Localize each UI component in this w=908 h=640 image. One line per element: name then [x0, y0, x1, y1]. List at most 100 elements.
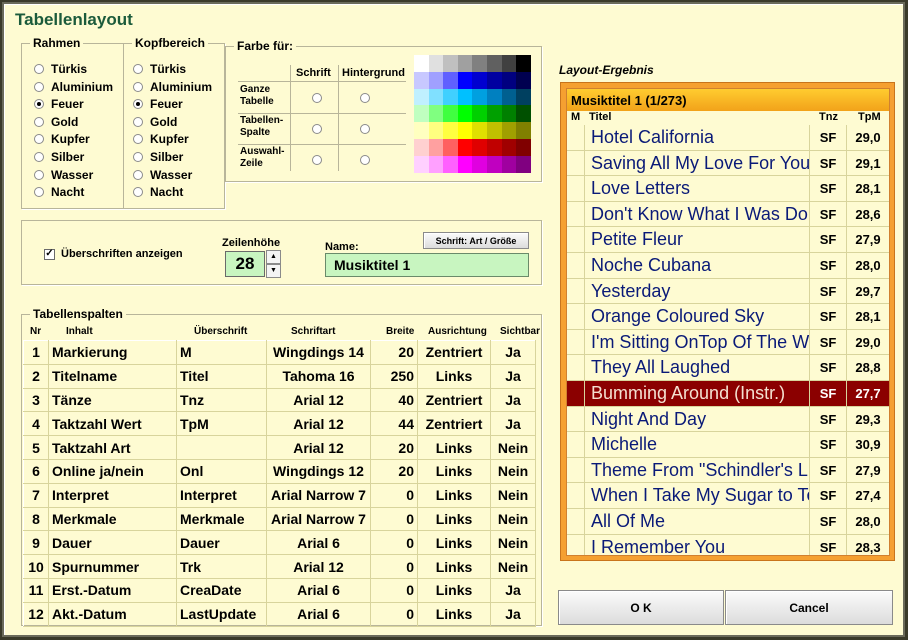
radio-dot-icon[interactable] [133, 187, 143, 198]
table-row[interactable]: 9 Dauer Dauer Arial 6 0 Links Nein [23, 530, 536, 556]
radio-dot-icon[interactable] [34, 116, 44, 127]
radio-dot-icon[interactable] [34, 64, 44, 74]
table-cell[interactable]: Zentriert [417, 411, 491, 437]
table-cell[interactable]: Arial 6 [266, 601, 371, 627]
table-row[interactable]: 7 Interpret Interpret Arial Narrow 7 0 Links N… [23, 482, 536, 508]
table-cell[interactable]: Nein [490, 482, 536, 508]
palette-swatch[interactable] [501, 88, 517, 106]
schrift-radio[interactable] [312, 155, 322, 165]
table-cell[interactable]: Links [417, 482, 491, 508]
table-cell[interactable]: Zentriert [417, 340, 491, 365]
result-row[interactable]: Saving All My Love For You SF 29,1 [567, 150, 889, 177]
palette-swatch[interactable] [516, 139, 531, 156]
table-cell[interactable]: Online ja/nein [48, 458, 177, 484]
table-row[interactable]: 12 Akt.-Datum LastUpdate Arial 6 0 Links Ja [23, 601, 536, 627]
palette-swatch[interactable] [487, 155, 502, 173]
palette-swatch[interactable] [487, 139, 502, 156]
table-cell[interactable]: 250 [370, 363, 418, 389]
table-cell[interactable]: 1 [23, 340, 49, 365]
table-cell[interactable]: 0 [370, 601, 418, 627]
palette-swatch[interactable] [516, 105, 531, 123]
result-row[interactable]: When I Take My Sugar to Tea SF 27,4 [567, 483, 889, 509]
palette-swatch[interactable] [516, 71, 531, 89]
palette-swatch[interactable] [457, 71, 473, 89]
palette-swatch[interactable] [501, 155, 517, 173]
table-cell[interactable]: Nein [490, 435, 536, 460]
rahmen-radio-1[interactable]: Aluminium [34, 79, 113, 95]
palette-swatch[interactable] [428, 139, 444, 156]
radio-dot-icon[interactable] [34, 99, 44, 110]
table-row[interactable]: 5 Taktzahl Art Arial 12 20 Links Nein [23, 435, 536, 460]
table-cell[interactable]: 20 [370, 458, 418, 484]
table-cell[interactable]: Ja [490, 340, 536, 365]
table-cell[interactable]: 10 [23, 554, 49, 579]
row-height-down-button[interactable]: ▼ [266, 264, 281, 278]
palette-swatch[interactable] [457, 55, 473, 72]
radio-dot-icon[interactable] [34, 81, 44, 92]
table-cell[interactable]: Arial 12 [266, 435, 371, 460]
table-cell[interactable]: Arial 6 [266, 530, 371, 556]
palette-swatch[interactable] [414, 88, 429, 106]
palette-swatch[interactable] [516, 55, 531, 72]
table-cell[interactable]: Interpret [176, 482, 267, 508]
hintergrund-radio[interactable] [360, 93, 370, 103]
kopfbereich-radio-3[interactable]: Gold [133, 114, 177, 130]
table-cell[interactable]: Nein [490, 530, 536, 556]
table-cell[interactable]: Arial 6 [266, 577, 371, 603]
kopfbereich-radio-0[interactable]: Türkis [133, 61, 186, 77]
palette-swatch[interactable] [472, 71, 487, 89]
rahmen-radio-0[interactable]: Türkis [34, 61, 87, 77]
palette-swatch[interactable] [428, 71, 444, 89]
result-row[interactable]: They All Laughed SF 28,8 [567, 355, 889, 381]
row-height-up-button[interactable]: ▲ [266, 250, 281, 264]
palette-swatch[interactable] [414, 71, 429, 89]
table-cell[interactable]: Tnz [176, 387, 267, 413]
palette-swatch[interactable] [487, 88, 502, 106]
palette-swatch[interactable] [428, 105, 444, 123]
table-cell[interactable]: Links [417, 601, 491, 627]
result-row[interactable]: Love Letters SF 28,1 [567, 176, 889, 202]
table-cell[interactable]: Erst.-Datum [48, 577, 177, 603]
palette-swatch[interactable] [428, 122, 444, 139]
palette-swatch[interactable] [443, 155, 458, 173]
palette-swatch[interactable] [516, 88, 531, 106]
result-row[interactable]: Theme From "Schindler's List" SF 27,9 [567, 457, 889, 484]
hintergrund-radio[interactable] [360, 124, 370, 134]
table-cell[interactable]: 0 [370, 530, 418, 556]
radio-dot-icon[interactable] [133, 169, 143, 180]
palette-swatch[interactable] [516, 122, 531, 139]
radio-dot-icon[interactable] [133, 134, 143, 145]
schrift-radio[interactable] [312, 93, 322, 103]
palette-swatch[interactable] [487, 71, 502, 89]
table-cell[interactable]: Arial 12 [266, 554, 371, 579]
table-cell[interactable]: 0 [370, 577, 418, 603]
radio-dot-icon[interactable] [34, 134, 44, 145]
schrift-radio[interactable] [312, 124, 322, 134]
palette-swatch[interactable] [472, 139, 487, 156]
radio-dot-icon[interactable] [34, 152, 44, 162]
table-cell[interactable]: Interpret [48, 482, 177, 508]
table-cell[interactable]: Links [417, 530, 491, 556]
palette-swatch[interactable] [501, 122, 517, 139]
palette-swatch[interactable] [443, 71, 458, 89]
palette-swatch[interactable] [472, 105, 487, 123]
radio-dot-icon[interactable] [133, 152, 143, 162]
result-row[interactable]: Michelle SF 30,9 [567, 432, 889, 458]
palette-swatch[interactable] [472, 122, 487, 139]
palette-swatch[interactable] [487, 122, 502, 139]
table-cell[interactable]: 20 [370, 340, 418, 365]
result-row[interactable]: Hotel California SF 29,0 [567, 125, 889, 151]
radio-dot-icon[interactable] [133, 116, 143, 127]
table-cell[interactable]: Wingdings 14 [266, 340, 371, 365]
rahmen-radio-2[interactable]: Feuer [34, 96, 84, 112]
table-cell[interactable]: M [176, 340, 267, 365]
result-row[interactable]: Don't Know What I Was Doing SF 28,6 [567, 201, 889, 228]
palette-swatch[interactable] [428, 88, 444, 106]
radio-dot-icon[interactable] [34, 169, 44, 180]
table-cell[interactable]: Merkmale [176, 506, 267, 532]
rahmen-radio-5[interactable]: Silber [34, 149, 84, 165]
table-cell[interactable]: Tahoma 16 [266, 363, 371, 389]
table-cell[interactable]: 5 [23, 435, 49, 460]
table-cell[interactable]: 9 [23, 530, 49, 556]
table-cell[interactable]: 20 [370, 435, 418, 460]
